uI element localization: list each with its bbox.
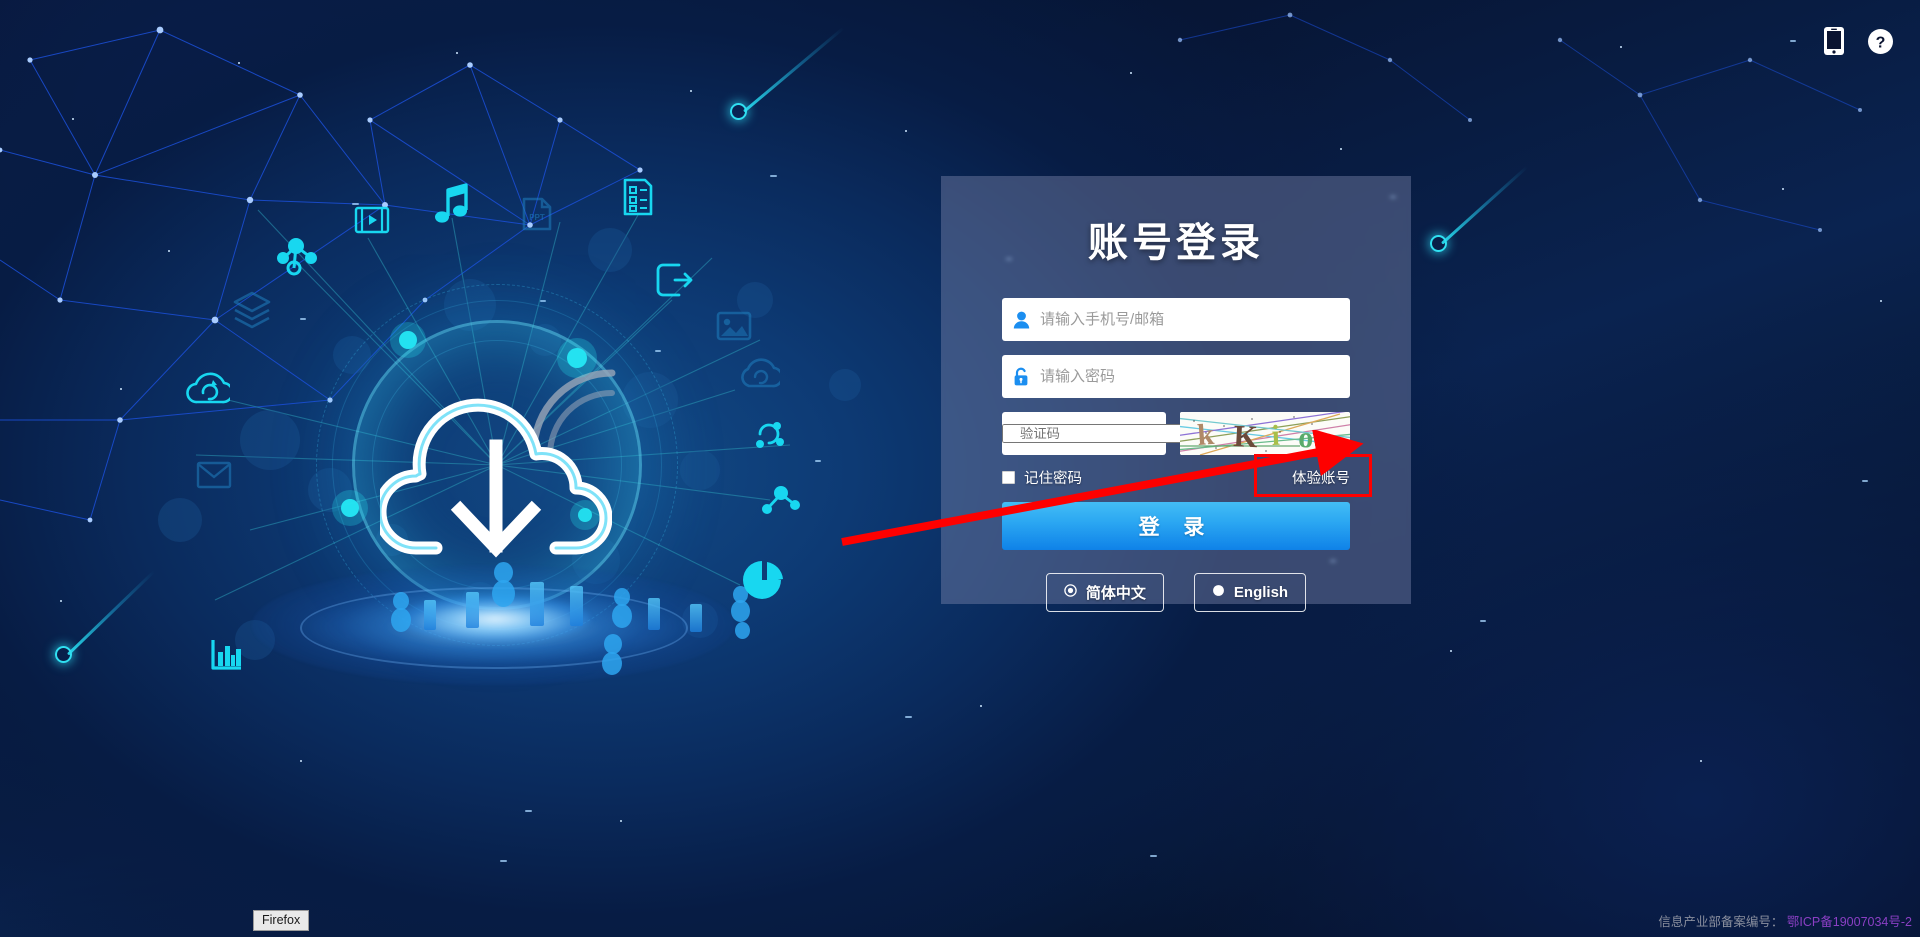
mobile-phone-icon[interactable] — [1823, 26, 1845, 56]
gray-arc-accent — [530, 369, 616, 458]
exit-arrow-icon — [656, 263, 693, 297]
trial-account-link[interactable]: 体验账号 — [1292, 467, 1350, 488]
bar-chart-icon — [211, 640, 241, 670]
svg-text:K: K — [1233, 418, 1259, 454]
captcha-field[interactable] — [1002, 412, 1199, 455]
glow-platform — [252, 565, 734, 685]
login-panel: 账号登录 请输入手机号/邮箱 验证码 k K i o 记住密码 体验账号 登 录… — [941, 176, 1411, 612]
footer-icp: 信息产业部备案编号： 鄂ICP备19007034号-2 — [1658, 911, 1912, 930]
question-mark-help-icon[interactable]: ? — [1867, 28, 1894, 55]
remember-password-checkbox[interactable]: 记住密码 — [1002, 467, 1082, 488]
image-picture-icon — [716, 311, 752, 341]
halo-mid — [332, 300, 662, 630]
radio-filled-icon — [1212, 584, 1225, 601]
checkbox-box[interactable] — [1002, 471, 1015, 484]
topbar-icons: ? — [1823, 26, 1894, 56]
user-icon — [1002, 311, 1040, 329]
captcha-input[interactable] — [1002, 424, 1199, 443]
captcha-row: k K i o — [1002, 412, 1350, 455]
node-graph-icon — [756, 422, 784, 448]
lock-icon — [1002, 367, 1040, 386]
svg-text:?: ? — [1876, 34, 1886, 51]
language-label-english: English — [1233, 584, 1289, 601]
footer-icp-link[interactable]: 鄂ICP备19007034号-2 — [1787, 915, 1912, 929]
halo-inner — [372, 340, 622, 590]
svg-text:o: o — [1298, 421, 1314, 455]
music-note-icon — [435, 183, 468, 223]
ppt-document-icon: PPT — [522, 197, 552, 231]
language-label-chinese: 简体中文 — [1085, 585, 1146, 602]
language-selector: 简体中文 English — [941, 573, 1411, 612]
share-node-icon — [277, 238, 317, 276]
taskbar-app-tooltip[interactable]: Firefox — [253, 910, 310, 931]
svg-text:PPT: PPT — [529, 213, 545, 222]
layers-stack-icon — [233, 291, 271, 329]
pie-chart-icon — [743, 561, 783, 599]
remember-password-label: 记住密码 — [1024, 471, 1082, 487]
svg-text:k: k — [1196, 418, 1215, 452]
share-node-icon-right — [762, 486, 800, 514]
username-field[interactable] — [1002, 298, 1350, 341]
glow-platform-ring — [300, 587, 688, 669]
halo-glow-ring — [352, 320, 642, 610]
page-title: 账号登录 — [1088, 221, 1264, 265]
password-input[interactable] — [1040, 368, 1350, 385]
language-button-chinese[interactable]: 简体中文 — [1045, 573, 1164, 612]
film-video-icon — [354, 206, 390, 234]
cloud-outline-icon — [741, 358, 780, 388]
password-field[interactable] — [1002, 355, 1350, 398]
language-button-english[interactable]: English — [1193, 573, 1307, 612]
halo-outer — [316, 284, 678, 646]
login-submit-button[interactable]: 登 录 — [1002, 502, 1350, 550]
radio-selected-icon — [1064, 584, 1077, 601]
cloud-sync-icon — [186, 372, 230, 404]
options-row: 记住密码 体验账号 — [1002, 454, 1372, 497]
envelope-mail-icon — [196, 461, 232, 489]
glow-platform-core — [400, 596, 590, 642]
list-document-icon — [623, 178, 653, 216]
svg-text:i: i — [1271, 420, 1280, 452]
footer-label: 信息产业部备案编号： — [1658, 915, 1784, 929]
login-page: PPT ? 账号登录 请输入手机号/邮箱 验证码 k K i o 记住密码 体验… — [0, 0, 1920, 937]
captcha-image[interactable]: k K i o — [1180, 412, 1350, 455]
halo-glow-nodes — [332, 322, 600, 530]
cloud-download-icon — [380, 398, 612, 558]
username-input[interactable] — [1040, 311, 1350, 328]
